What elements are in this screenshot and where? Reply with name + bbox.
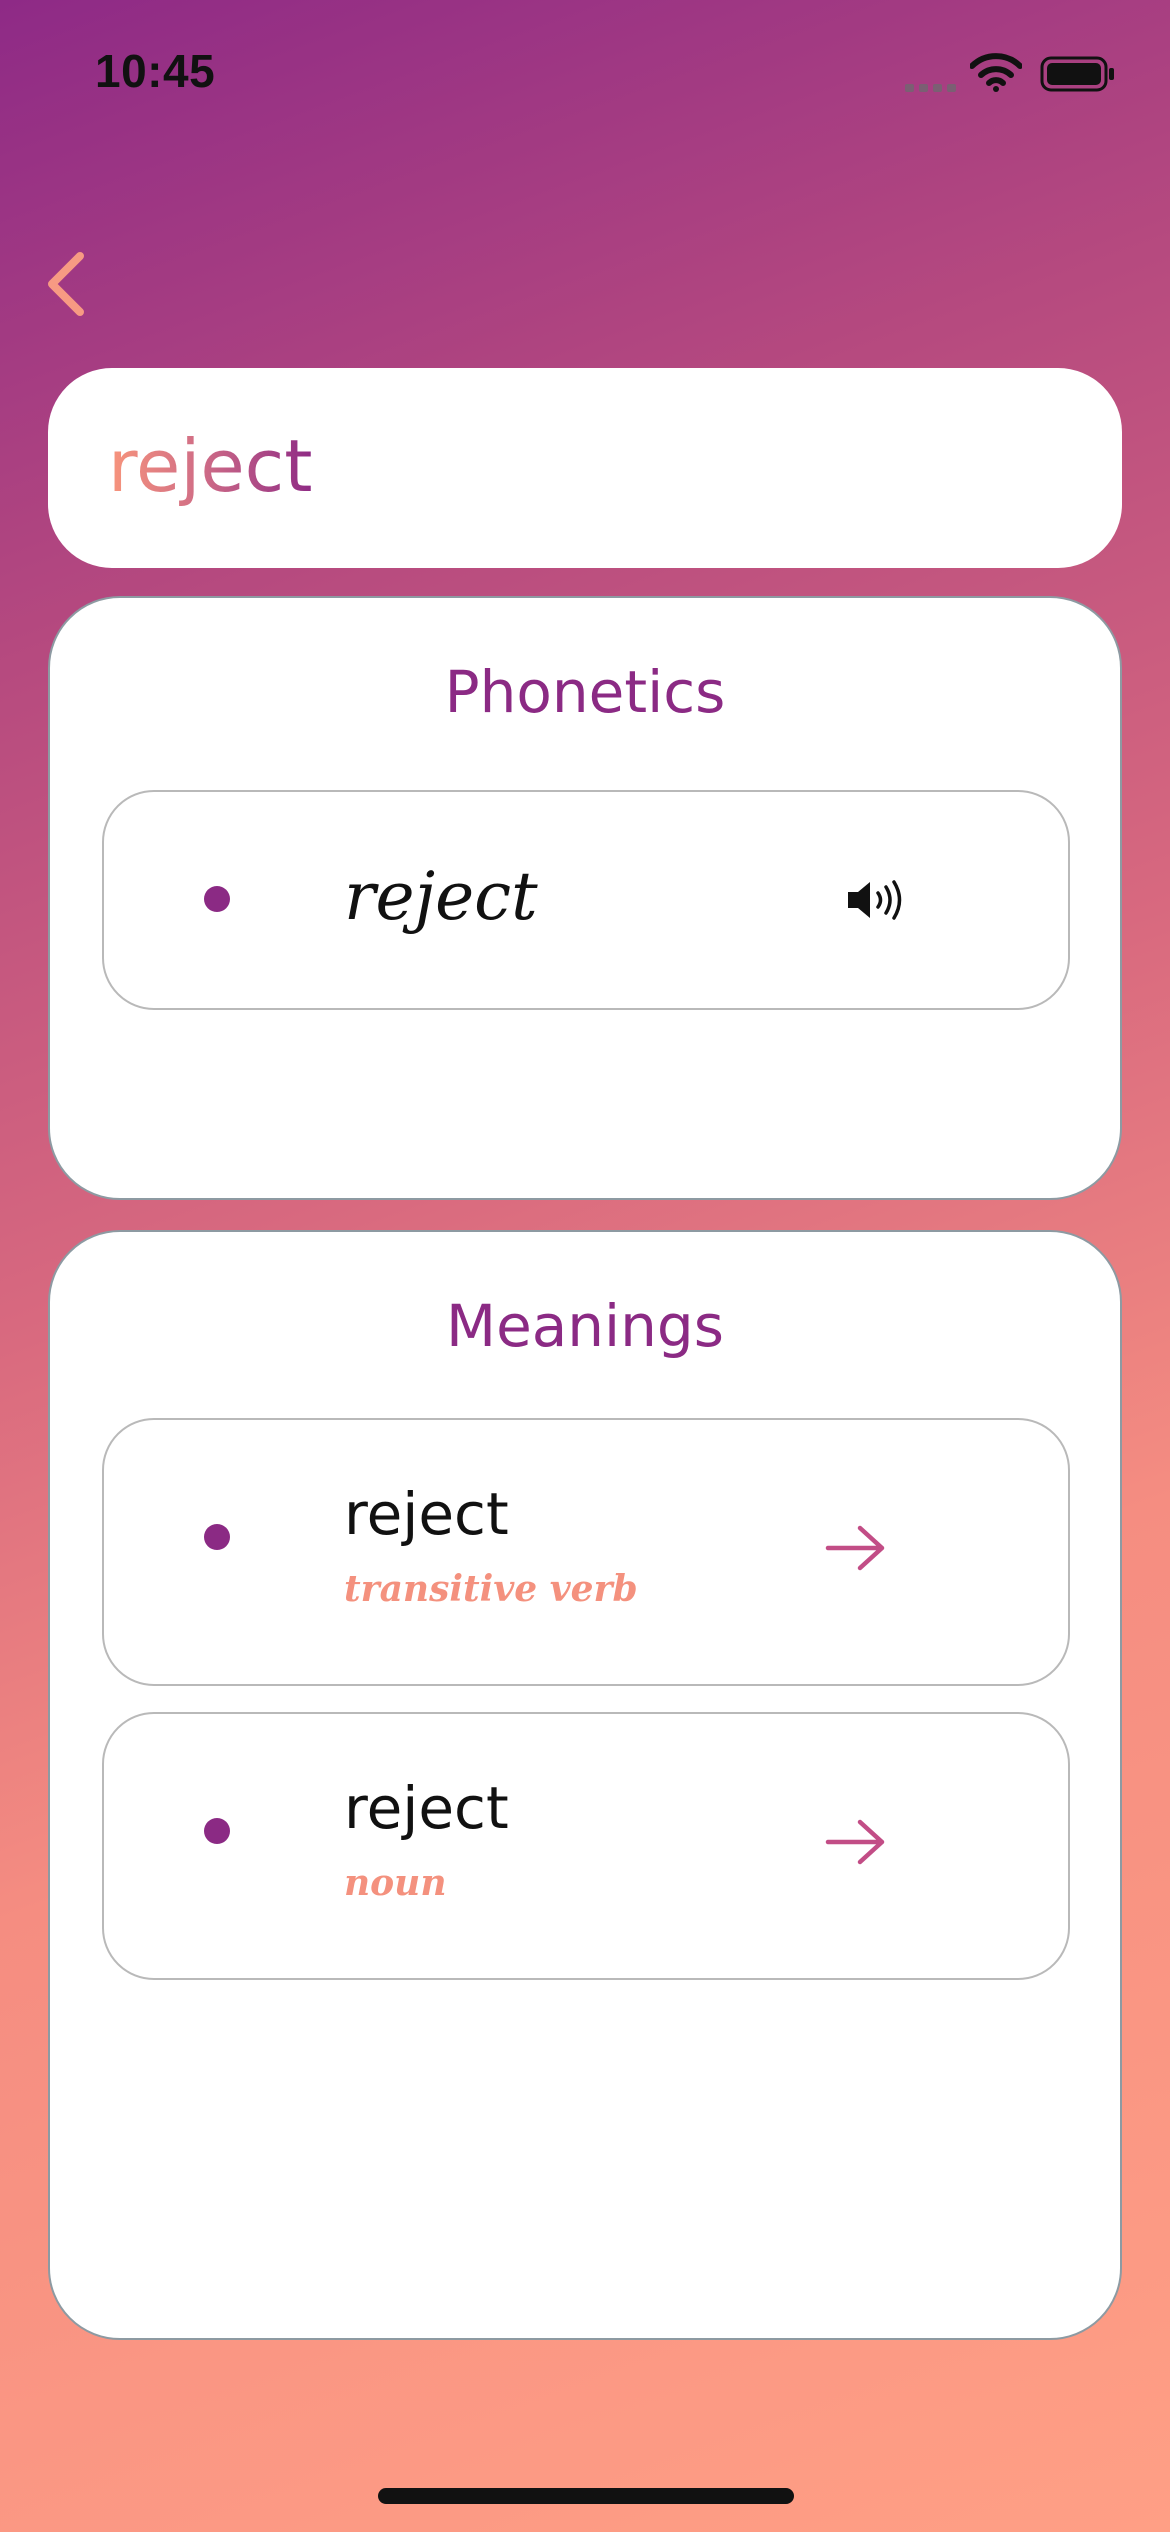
meanings-title: Meanings xyxy=(446,1292,724,1360)
meaning-word: reject xyxy=(344,1480,509,1548)
phonetic-item[interactable]: reject xyxy=(102,790,1070,1010)
phonetic-text: reject xyxy=(344,858,538,935)
phonetics-panel: Phonetics reject xyxy=(48,596,1122,1200)
search-word: reject xyxy=(108,424,313,508)
status-time: 10:45 xyxy=(95,45,216,97)
bullet-dot xyxy=(204,886,230,912)
bullet-dot xyxy=(204,1524,230,1550)
arrow-right-icon[interactable] xyxy=(824,1522,888,1574)
speaker-icon[interactable] xyxy=(844,878,910,922)
bullet-dot xyxy=(204,1818,230,1844)
phonetics-title: Phonetics xyxy=(444,658,726,726)
part-of-speech: transitive verb xyxy=(344,1568,638,1610)
meanings-panel: Meanings reject transitive verb reject n… xyxy=(48,1230,1122,2340)
arrow-right-icon[interactable] xyxy=(824,1816,888,1868)
meaning-item[interactable]: reject noun xyxy=(102,1712,1070,1980)
meaning-item[interactable]: reject transitive verb xyxy=(102,1418,1070,1686)
meaning-word: reject xyxy=(344,1774,509,1842)
status-bar: 10:45 xyxy=(0,0,1170,140)
cellular-signal-icon xyxy=(905,84,956,92)
search-word-card[interactable]: reject xyxy=(48,368,1122,568)
part-of-speech: noun xyxy=(344,1862,447,1904)
wifi-icon xyxy=(970,53,1022,92)
battery-icon xyxy=(1040,56,1114,92)
home-indicator[interactable] xyxy=(378,2488,794,2504)
back-chevron-icon[interactable] xyxy=(40,248,96,320)
